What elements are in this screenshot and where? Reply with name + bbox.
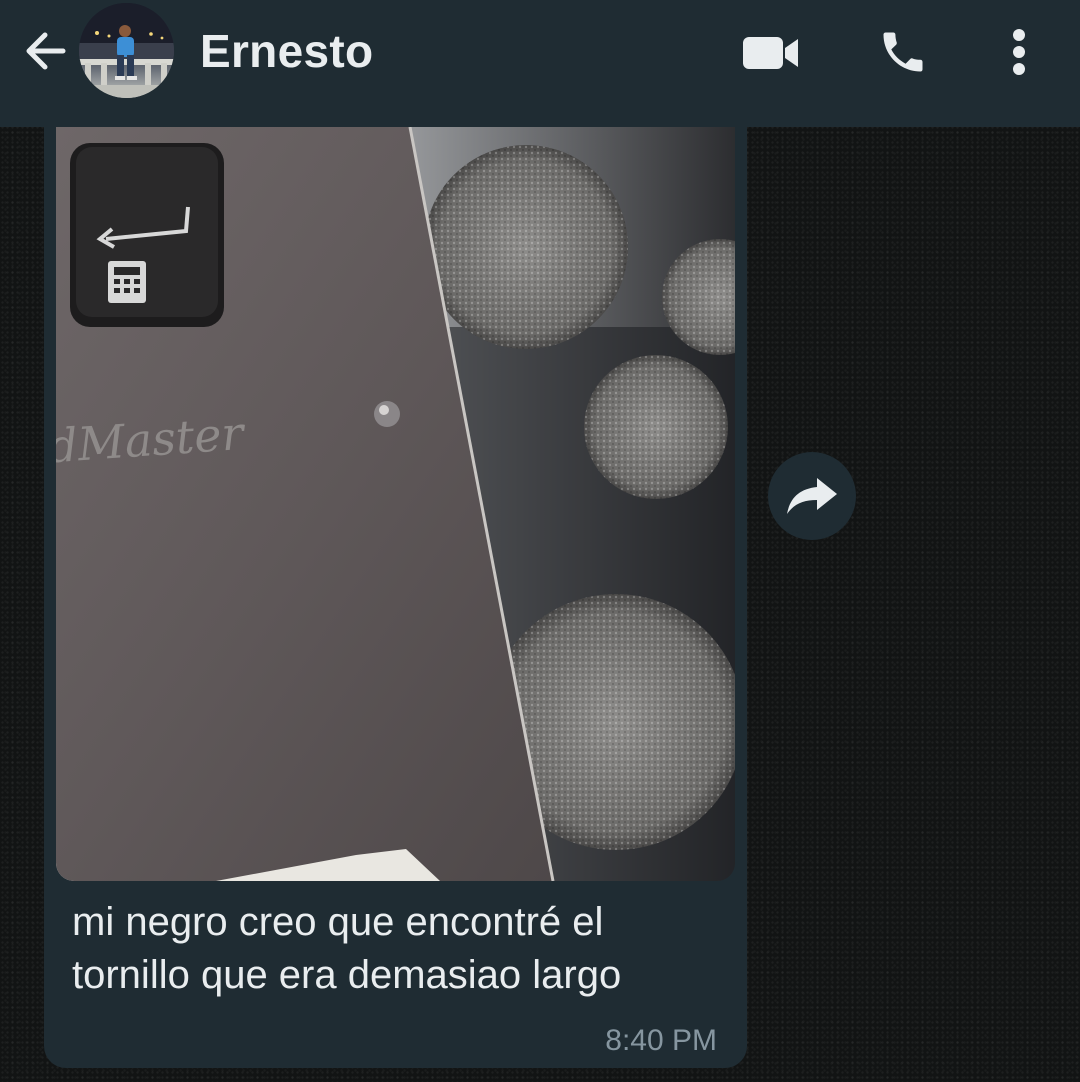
video-camera-icon bbox=[743, 37, 798, 69]
arrow-left-icon bbox=[26, 32, 66, 70]
contact-name[interactable]: Ernesto bbox=[200, 24, 373, 78]
forward-button[interactable] bbox=[768, 452, 856, 540]
forward-arrow-icon bbox=[787, 478, 837, 514]
back-button[interactable] bbox=[16, 22, 74, 80]
video-call-button[interactable] bbox=[738, 25, 804, 81]
message-caption: mi negro creo que encontré el tornillo q… bbox=[72, 900, 622, 997]
phone-icon bbox=[883, 32, 923, 72]
chat-header: Ernesto bbox=[0, 0, 1080, 127]
more-options-button[interactable] bbox=[996, 22, 1042, 82]
avatar[interactable] bbox=[79, 3, 174, 98]
message-photo[interactable]: idMaster bbox=[56, 127, 735, 881]
message-bubble[interactable]: idMaster mi negro creo que encontré el t… bbox=[44, 100, 747, 1068]
more-vertical-icon bbox=[1013, 29, 1025, 75]
message-timestamp: 8:40 PM bbox=[605, 1024, 717, 1057]
voice-call-button[interactable] bbox=[872, 22, 934, 82]
